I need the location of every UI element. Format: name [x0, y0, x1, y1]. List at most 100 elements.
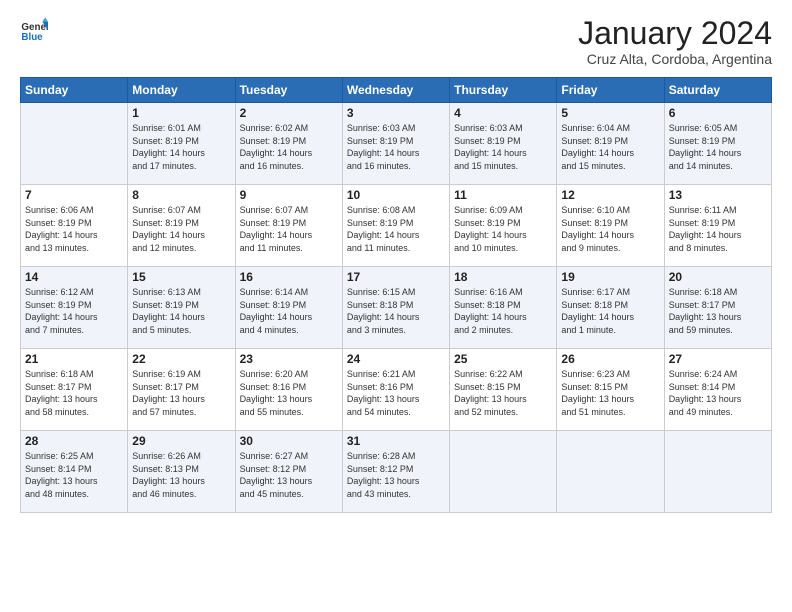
- day-number: 12: [561, 188, 659, 202]
- day-number: 13: [669, 188, 767, 202]
- day-number: 2: [240, 106, 338, 120]
- day-info: Sunrise: 6:07 AMSunset: 8:19 PMDaylight:…: [132, 204, 230, 254]
- calendar-week-row: 7Sunrise: 6:06 AMSunset: 8:19 PMDaylight…: [21, 185, 772, 267]
- calendar-week-row: 28 Sunrise: 6:25 AMSunset: 8:14 PMDayligh…: [21, 431, 772, 513]
- day-info: Sunrise: 6:25 AMSunset: 8:14 PMDaylight:…: [25, 450, 123, 500]
- day-number: 15: [132, 270, 230, 284]
- table-row: 16Sunrise: 6:14 AMSunset: 8:19 PMDayligh…: [235, 267, 342, 349]
- table-row: 4 Sunrise: 6:03 AMSunset: 8:19 PMDaylight…: [450, 103, 557, 185]
- header-saturday: Saturday: [664, 78, 771, 103]
- day-info: Sunrise: 6:03 AMSunset: 8:19 PMDaylight:…: [347, 122, 445, 172]
- day-number: 8: [132, 188, 230, 202]
- table-row: [450, 431, 557, 513]
- table-row: 7Sunrise: 6:06 AMSunset: 8:19 PMDaylight…: [21, 185, 128, 267]
- header-monday: Monday: [128, 78, 235, 103]
- month-title: January 2024: [578, 16, 772, 51]
- table-row: 21 Sunrise: 6:18 AMSunset: 8:17 PMDayligh…: [21, 349, 128, 431]
- day-info: Sunrise: 6:23 AMSunset: 8:15 PMDaylight:…: [561, 368, 659, 418]
- header-tuesday: Tuesday: [235, 78, 342, 103]
- day-number: 17: [347, 270, 445, 284]
- day-info: Sunrise: 6:14 AMSunset: 8:19 PMDaylight:…: [240, 286, 338, 336]
- table-row: 5Sunrise: 6:04 AMSunset: 8:19 PMDaylight…: [557, 103, 664, 185]
- day-number: 29: [132, 434, 230, 448]
- table-row: 8 Sunrise: 6:07 AMSunset: 8:19 PMDaylight…: [128, 185, 235, 267]
- table-row: 1 Sunrise: 6:01 AMSunset: 8:19 PMDaylight…: [128, 103, 235, 185]
- day-info: Sunrise: 6:01 AMSunset: 8:19 PMDaylight:…: [132, 122, 230, 172]
- table-row: 23Sunrise: 6:20 AMSunset: 8:16 PMDayligh…: [235, 349, 342, 431]
- day-info: Sunrise: 6:28 AMSunset: 8:12 PMDaylight:…: [347, 450, 445, 500]
- table-row: 19Sunrise: 6:17 AMSunset: 8:18 PMDayligh…: [557, 267, 664, 349]
- day-info: Sunrise: 6:18 AMSunset: 8:17 PMDaylight:…: [25, 368, 123, 418]
- table-row: 15 Sunrise: 6:13 AMSunset: 8:19 PMDayligh…: [128, 267, 235, 349]
- day-number: 28: [25, 434, 123, 448]
- day-number: 14: [25, 270, 123, 284]
- day-info: Sunrise: 6:11 AMSunset: 8:19 PMDaylight:…: [669, 204, 767, 254]
- day-number: 24: [347, 352, 445, 366]
- day-number: 1: [132, 106, 230, 120]
- calendar-week-row: 21 Sunrise: 6:18 AMSunset: 8:17 PMDayligh…: [21, 349, 772, 431]
- day-info: Sunrise: 6:12 AMSunset: 8:19 PMDaylight:…: [25, 286, 123, 336]
- day-number: 10: [347, 188, 445, 202]
- day-number: 25: [454, 352, 552, 366]
- day-info: Sunrise: 6:15 AMSunset: 8:18 PMDaylight:…: [347, 286, 445, 336]
- day-info: Sunrise: 6:18 AMSunset: 8:17 PMDaylight:…: [669, 286, 767, 336]
- table-row: 10 Sunrise: 6:08 AMSunset: 8:19 PMDayligh…: [342, 185, 449, 267]
- day-info: Sunrise: 6:13 AMSunset: 8:19 PMDaylight:…: [132, 286, 230, 336]
- day-info: Sunrise: 6:21 AMSunset: 8:16 PMDaylight:…: [347, 368, 445, 418]
- day-info: Sunrise: 6:19 AMSunset: 8:17 PMDaylight:…: [132, 368, 230, 418]
- table-row: 28 Sunrise: 6:25 AMSunset: 8:14 PMDayligh…: [21, 431, 128, 513]
- day-number: 21: [25, 352, 123, 366]
- table-row: 11Sunrise: 6:09 AMSunset: 8:19 PMDayligh…: [450, 185, 557, 267]
- day-number: 30: [240, 434, 338, 448]
- day-number: 20: [669, 270, 767, 284]
- table-row: 6Sunrise: 6:05 AMSunset: 8:19 PMDaylight…: [664, 103, 771, 185]
- day-info: Sunrise: 6:03 AMSunset: 8:19 PMDaylight:…: [454, 122, 552, 172]
- day-number: 26: [561, 352, 659, 366]
- day-info: Sunrise: 6:26 AMSunset: 8:13 PMDaylight:…: [132, 450, 230, 500]
- day-number: 27: [669, 352, 767, 366]
- day-number: 22: [132, 352, 230, 366]
- title-block: January 2024 Cruz Alta, Cordoba, Argenti…: [578, 16, 772, 67]
- table-row: 2 Sunrise: 6:02 AMSunset: 8:19 PMDaylight…: [235, 103, 342, 185]
- header-thursday: Thursday: [450, 78, 557, 103]
- table-row: 3 Sunrise: 6:03 AMSunset: 8:19 PMDaylight…: [342, 103, 449, 185]
- day-info: Sunrise: 6:07 AMSunset: 8:19 PMDaylight:…: [240, 204, 338, 254]
- table-row: 26 Sunrise: 6:23 AMSunset: 8:15 PMDayligh…: [557, 349, 664, 431]
- table-row: [557, 431, 664, 513]
- day-number: 23: [240, 352, 338, 366]
- table-row: 20 Sunrise: 6:18 AMSunset: 8:17 PMDayligh…: [664, 267, 771, 349]
- table-row: 22 Sunrise: 6:19 AMSunset: 8:17 PMDayligh…: [128, 349, 235, 431]
- table-row: 25 Sunrise: 6:22 AMSunset: 8:15 PMDayligh…: [450, 349, 557, 431]
- table-row: 31 Sunrise: 6:28 AMSunset: 8:12 PMDayligh…: [342, 431, 449, 513]
- day-info: Sunrise: 6:09 AMSunset: 8:19 PMDaylight:…: [454, 204, 552, 254]
- day-number: 19: [561, 270, 659, 284]
- table-row: 13 Sunrise: 6:11 AMSunset: 8:19 PMDayligh…: [664, 185, 771, 267]
- calendar-week-row: 14 Sunrise: 6:12 AMSunset: 8:19 PMDayligh…: [21, 267, 772, 349]
- location: Cruz Alta, Cordoba, Argentina: [578, 51, 772, 67]
- day-info: Sunrise: 6:24 AMSunset: 8:14 PMDaylight:…: [669, 368, 767, 418]
- header-sunday: Sunday: [21, 78, 128, 103]
- day-info: Sunrise: 6:06 AMSunset: 8:19 PMDaylight:…: [25, 204, 123, 254]
- day-number: 9: [240, 188, 338, 202]
- day-info: Sunrise: 6:16 AMSunset: 8:18 PMDaylight:…: [454, 286, 552, 336]
- day-info: Sunrise: 6:02 AMSunset: 8:19 PMDaylight:…: [240, 122, 338, 172]
- header-wednesday: Wednesday: [342, 78, 449, 103]
- day-number: 6: [669, 106, 767, 120]
- day-number: 4: [454, 106, 552, 120]
- day-number: 5: [561, 106, 659, 120]
- day-info: Sunrise: 6:10 AMSunset: 8:19 PMDaylight:…: [561, 204, 659, 254]
- table-row: 9 Sunrise: 6:07 AMSunset: 8:19 PMDaylight…: [235, 185, 342, 267]
- table-row: 14 Sunrise: 6:12 AMSunset: 8:19 PMDayligh…: [21, 267, 128, 349]
- table-row: [21, 103, 128, 185]
- header-friday: Friday: [557, 78, 664, 103]
- weekday-header-row: Sunday Monday Tuesday Wednesday Thursday…: [21, 78, 772, 103]
- table-row: 12 Sunrise: 6:10 AMSunset: 8:19 PMDayligh…: [557, 185, 664, 267]
- day-info: Sunrise: 6:22 AMSunset: 8:15 PMDaylight:…: [454, 368, 552, 418]
- page-header: General Blue January 2024 Cruz Alta, Cor…: [20, 16, 772, 67]
- day-info: Sunrise: 6:08 AMSunset: 8:19 PMDaylight:…: [347, 204, 445, 254]
- day-number: 3: [347, 106, 445, 120]
- svg-text:Blue: Blue: [21, 32, 43, 43]
- table-row: 18Sunrise: 6:16 AMSunset: 8:18 PMDayligh…: [450, 267, 557, 349]
- day-number: 31: [347, 434, 445, 448]
- table-row: 24 Sunrise: 6:21 AMSunset: 8:16 PMDayligh…: [342, 349, 449, 431]
